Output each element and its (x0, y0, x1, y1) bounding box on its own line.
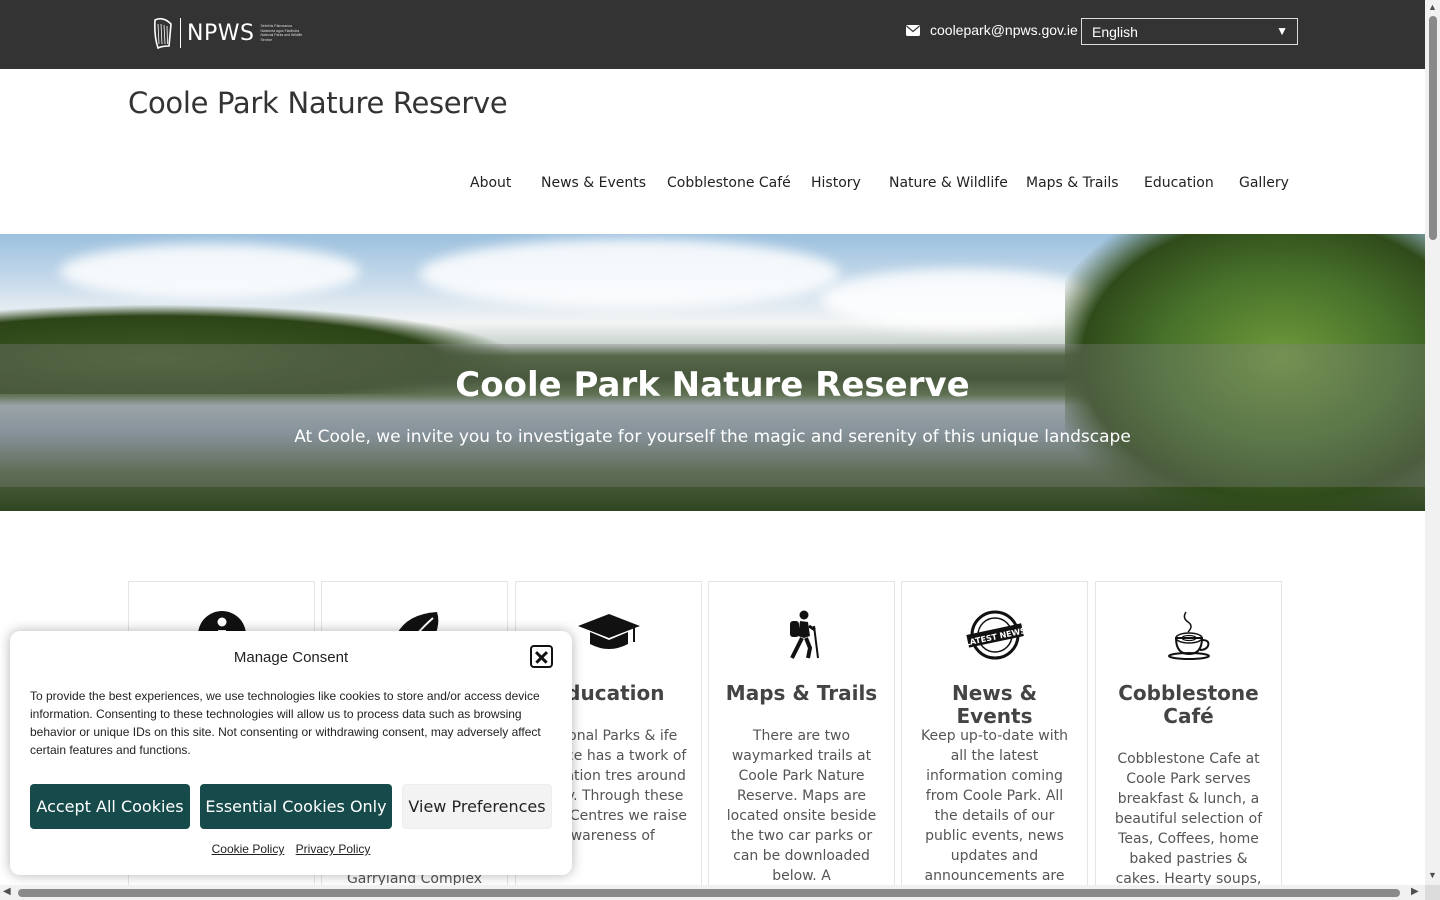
nav-nature-wildlife[interactable]: Nature & Wildlife (889, 175, 1008, 191)
accept-all-cookies-button[interactable]: Accept All Cookies (30, 784, 190, 829)
vertical-scrollbar[interactable]: ▲ ▼ (1425, 0, 1440, 885)
language-select[interactable]: English ▼ (1081, 18, 1298, 45)
horizontal-scrollbar[interactable]: ◀ ▶ (0, 885, 1425, 900)
consent-title: Manage Consent (233, 649, 349, 666)
card-title: Maps & Trails (725, 681, 878, 705)
hero-cloud (420, 239, 840, 309)
language-value: English (1092, 24, 1138, 40)
main-nav: About News & Events Cobblestone Café His… (0, 175, 1425, 195)
essential-cookies-button[interactable]: Essential Cookies Only (200, 784, 392, 829)
nav-education[interactable]: Education (1144, 175, 1214, 191)
scroll-down-icon[interactable]: ▼ (1428, 870, 1437, 880)
card-news-events[interactable]: LATEST NEWS News & Events Keep up-to-dat… (901, 581, 1088, 900)
consent-text: To provide the best experiences, we use … (30, 689, 541, 757)
dropdown-arrow-icon: ▼ (1276, 24, 1288, 38)
hero-title: Coole Park Nature Reserve (455, 365, 970, 405)
card-text: Keep up-to-date with all the latest info… (921, 728, 1068, 900)
vertical-scroll-thumb[interactable] (1429, 16, 1437, 240)
hiker-icon (789, 610, 819, 659)
logo-text: NPWS (187, 20, 255, 46)
hero-cloud (60, 244, 360, 299)
card-maps-trails[interactable]: Maps & Trails There are two waymarked tr… (708, 581, 895, 900)
scroll-up-icon[interactable]: ▲ (1428, 2, 1437, 12)
npws-logo[interactable]: NPWS Seirbhís Páirceanna Náisiúnta agus … (152, 16, 305, 50)
card-title: News & Events (951, 681, 1038, 728)
close-icon[interactable] (530, 645, 553, 668)
email-link[interactable]: coolepark@npws.gov.ie (906, 22, 1078, 38)
nav-cobblestone-cafe[interactable]: Cobblestone Café (667, 175, 791, 191)
top-bar: NPWS Seirbhís Páirceanna Náisiúnta agus … (0, 0, 1425, 69)
scroll-right-icon[interactable]: ▶ (1411, 886, 1419, 897)
nav-about[interactable]: About (470, 175, 511, 191)
nav-history[interactable]: History (811, 175, 861, 191)
envelope-icon (906, 24, 920, 36)
coffee-cup-icon (1167, 611, 1210, 660)
cookie-policy-link[interactable]: Cookie Policy (212, 842, 285, 856)
card-cobblestone-cafe[interactable]: Cobblestone Café Cobblestone Cafe at Coo… (1095, 581, 1282, 900)
nav-maps-trails[interactable]: Maps & Trails (1026, 175, 1119, 191)
scrollbar-corner (1425, 885, 1440, 900)
horizontal-scroll-thumb[interactable] (18, 889, 1400, 897)
card-text: Cobblestone Cafe at Coole Park serves br… (1114, 751, 1263, 900)
site-title[interactable]: Coole Park Nature Reserve (128, 86, 508, 120)
email-text: coolepark@npws.gov.ie (930, 22, 1078, 38)
logo-tagline: Seirbhís Páirceanna Náisiúnta agus Fiadh… (260, 24, 303, 42)
harp-icon (154, 17, 172, 50)
card-title: Cobblestone Café (1118, 681, 1259, 728)
scroll-left-icon[interactable]: ◀ (3, 886, 11, 897)
logo-divider (180, 18, 181, 48)
hero-banner: Coole Park Nature Reserve At Coole, we i… (0, 234, 1425, 511)
view-preferences-button[interactable]: View Preferences (402, 784, 552, 829)
cookie-consent-dialog: Manage Consent To provide the best exper… (10, 631, 572, 875)
nav-gallery[interactable]: Gallery (1239, 175, 1289, 191)
consent-links: Cookie Policy Privacy Policy (10, 842, 572, 856)
nav-news-events[interactable]: News & Events (541, 175, 646, 191)
latest-news-stamp-icon: LATEST NEWS (965, 610, 1025, 660)
privacy-policy-link[interactable]: Privacy Policy (296, 842, 371, 856)
hero-cloud (820, 269, 1100, 329)
card-text: There are two waymarked trails at Coole … (726, 728, 877, 884)
hero-subtitle: At Coole, we invite you to investigate f… (294, 427, 1131, 447)
graduation-cap-icon (577, 614, 640, 649)
page: NPWS Seirbhís Páirceanna Náisiúnta agus … (0, 0, 1440, 900)
